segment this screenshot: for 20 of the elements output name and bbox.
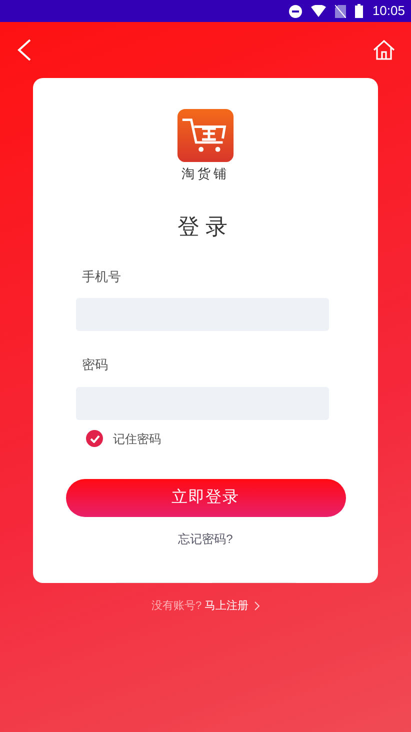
chevron-right-icon xyxy=(254,601,260,612)
home-icon[interactable] xyxy=(373,40,395,60)
remember-label: 记住密码 xyxy=(113,430,161,448)
wifi-icon xyxy=(311,5,326,17)
battery-icon xyxy=(355,4,364,18)
remember-checkbox[interactable] xyxy=(86,430,103,448)
no-account-prompt: 没有账号? xyxy=(151,599,202,614)
login-button[interactable]: 立即登录 xyxy=(66,478,346,517)
back-icon[interactable] xyxy=(16,38,32,62)
no-sim-icon xyxy=(335,4,346,18)
app-name: 淘货铺 xyxy=(182,165,230,184)
register-link[interactable]: 马上注册 xyxy=(204,598,249,614)
check-icon xyxy=(90,434,100,443)
cart-logo-icon xyxy=(177,109,234,162)
do-not-disturb-icon xyxy=(289,4,302,18)
field-label: 密码 xyxy=(82,356,109,374)
field-label: 手机号 xyxy=(82,268,122,286)
forgot-password-link[interactable]: 忘记密码? xyxy=(178,530,233,548)
status-time: 10:05 xyxy=(372,2,405,20)
login-title: 登录 xyxy=(178,212,234,241)
